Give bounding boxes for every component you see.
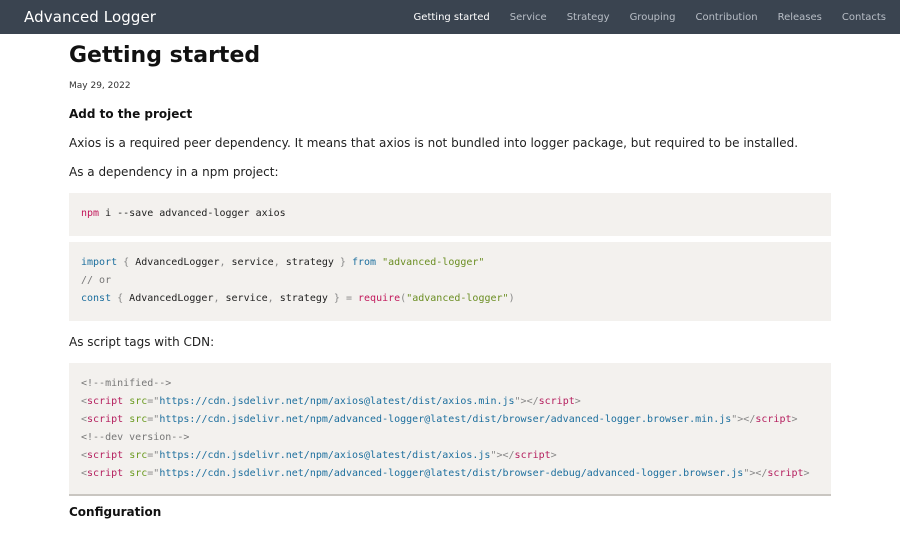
page-title: Getting started (69, 43, 261, 68)
code-url: https://cdn.jsdelivr.net/npm/advanced-lo… (159, 468, 744, 479)
code-token: script (755, 414, 792, 425)
code-token: src (129, 414, 148, 425)
code-token: } (327, 293, 346, 304)
code-line: <!--dev version--> (81, 429, 819, 447)
code-token: { (117, 257, 136, 268)
code-token: from (351, 257, 377, 268)
code-token: , (267, 293, 280, 304)
code-token: , (219, 257, 232, 268)
nav-link-grouping[interactable]: Grouping (630, 12, 676, 23)
paragraph-npm: As a dependency in a npm project: (69, 165, 279, 179)
code-token: service (225, 293, 268, 304)
code-token: strategy (279, 293, 328, 304)
code-token: ) (508, 293, 515, 304)
code-line: <script src="https://cdn.jsdelivr.net/np… (81, 447, 819, 465)
code-block-npm: npm i --save advanced-logger axios (69, 193, 831, 236)
code-token: script (87, 450, 124, 461)
code-token: > (803, 468, 810, 479)
code-token: src (129, 396, 148, 407)
top-navbar: Advanced Logger Getting started Service … (0, 0, 900, 34)
code-line: const { AdvancedLogger, service, strateg… (81, 290, 819, 308)
paragraph-cdn: As script tags with CDN: (69, 335, 215, 349)
code-token: script (538, 396, 575, 407)
code-token: AdvancedLogger (129, 293, 214, 304)
code-token: > (791, 414, 798, 425)
code-block-import: import { AdvancedLogger, service, strate… (69, 242, 831, 321)
code-token: src (129, 468, 148, 479)
code-url: https://cdn.jsdelivr.net/npm/axios@lates… (159, 396, 515, 407)
code-token: "></ (490, 450, 515, 461)
code-token: "advanced-logger" (406, 293, 509, 304)
code-line: <!--minified--> (81, 375, 819, 393)
code-token: script (87, 396, 124, 407)
nav-link-strategy[interactable]: Strategy (567, 12, 610, 23)
paragraph-axios: Axios is a required peer dependency. It … (69, 136, 799, 150)
brand-link[interactable]: Advanced Logger (24, 8, 156, 26)
code-token: script (87, 414, 124, 425)
code-block-cdn: <!--minified--> <script src="https://cdn.… (69, 363, 831, 496)
code-token: script (87, 468, 124, 479)
code-token: > (574, 396, 581, 407)
code-url: https://cdn.jsdelivr.net/npm/axios@lates… (159, 450, 491, 461)
nav-link-getting-started[interactable]: Getting started (414, 12, 490, 23)
code-token: const (81, 293, 112, 304)
code-token: } (333, 257, 352, 268)
code-token: AdvancedLogger (135, 257, 220, 268)
code-token: > (550, 450, 557, 461)
nav-link-contacts[interactable]: Contacts (842, 12, 886, 23)
post-date: May 29, 2022 (69, 81, 131, 91)
code-token: service (231, 257, 274, 268)
code-line: <script src="https://cdn.jsdelivr.net/np… (81, 393, 819, 411)
nav-links: Getting started Service Strategy Groupin… (394, 12, 886, 23)
code-token: , (213, 293, 226, 304)
section-heading-configuration: Configuration (69, 505, 162, 519)
code-line: <script src="https://cdn.jsdelivr.net/np… (81, 465, 819, 483)
code-line: import { AdvancedLogger, service, strate… (81, 254, 819, 272)
code-url: https://cdn.jsdelivr.net/npm/advanced-lo… (159, 414, 732, 425)
code-token: { (111, 293, 130, 304)
code-token: // or (81, 275, 112, 286)
code-token: strategy (285, 257, 334, 268)
code-token: npm (81, 208, 100, 219)
nav-link-releases[interactable]: Releases (778, 12, 822, 23)
main-content: Getting started May 29, 2022 Add to the … (69, 34, 831, 520)
code-token: i --save advanced-logger axios (99, 208, 286, 219)
code-line: // or (81, 272, 819, 290)
code-token: "></ (743, 468, 768, 479)
code-token: require (358, 293, 401, 304)
code-token: <!--minified--> (81, 378, 172, 389)
nav-link-contribution[interactable]: Contribution (695, 12, 757, 23)
section-heading-add: Add to the project (69, 107, 193, 121)
code-token: import (81, 257, 118, 268)
code-token: "></ (514, 396, 539, 407)
code-token: src (129, 450, 148, 461)
code-token: script (514, 450, 551, 461)
code-line: <script src="https://cdn.jsdelivr.net/np… (81, 411, 819, 429)
code-token: , (273, 257, 286, 268)
code-token: "advanced-logger" (382, 257, 485, 268)
code-token: "></ (731, 414, 756, 425)
code-token: <!--dev version--> (81, 432, 190, 443)
nav-link-service[interactable]: Service (510, 12, 547, 23)
code-token: script (767, 468, 804, 479)
